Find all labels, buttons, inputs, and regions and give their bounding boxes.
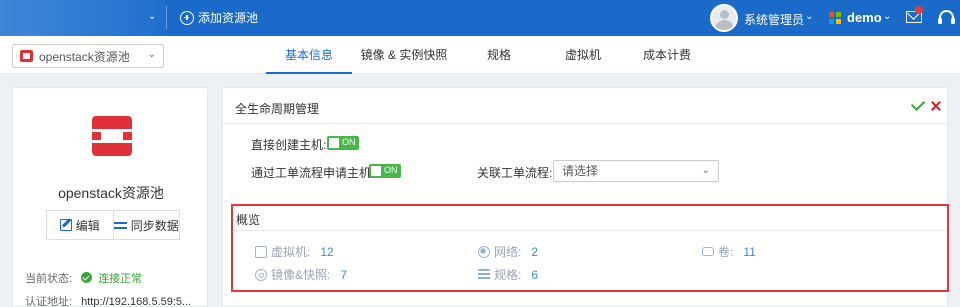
confirm-check-icon[interactable] [910,96,926,112]
edit-icon [59,219,72,231]
workflow-select[interactable]: 请选择 ⌄ [553,160,719,182]
tab-specs[interactable]: 规格 [456,36,542,74]
auth-label: 认证地址: [25,296,73,307]
stat-image[interactable]: 镜像&快照: 7 [255,266,347,283]
stat-network-label: 网络: [494,245,522,259]
overview-section: 概览 虚拟机: 12 网络: 2 卷: 11 镜像&快照: 7 规格: 6 [231,204,949,292]
workflow-create-toggle[interactable]: ON [369,164,401,178]
tab-basic-info[interactable]: 基本信息 [266,36,352,74]
tab-images-snapshots[interactable]: 镜像 & 实例快照 [352,36,456,74]
divider [223,123,947,124]
sync-data-button[interactable]: 同步数据 [112,211,180,239]
image-disc-icon [255,268,267,281]
status-value: 连接正常 [98,273,143,285]
panel-title: 全生命周期管理 [235,102,320,116]
toggle-on-text: ON [342,137,356,147]
stat-image-value: 7 [340,267,348,282]
disk-icon [702,247,714,256]
chevron-down-icon[interactable]: ⌄ [148,11,156,22]
vm-icon [255,245,267,258]
workflow-link-label: 关联工单流程: [477,166,553,180]
stat-volume[interactable]: 卷: 11 [702,243,756,260]
avatar[interactable] [710,4,738,32]
check-circle-icon [81,272,93,283]
stat-network[interactable]: 网络: 2 [478,243,538,260]
stat-spec-label: 规格: [494,268,522,282]
openstack-logo-icon [92,116,132,156]
direct-create-label: 直接创建主机: [251,138,327,152]
stat-volume-value: 11 [743,244,756,259]
auth-url: http://192.168.5.59:5... [81,296,192,307]
stat-image-label: 镜像&快照: [271,268,331,282]
direct-create-toggle[interactable]: ON [327,136,359,150]
sub-header: openstack资源池 ⌄ 基本信息 镜像 & 实例快照 规格 虚拟机 成本计… [0,36,960,74]
spec-list-icon [478,268,490,281]
sync-label: 同步数据 [130,218,179,233]
workflow-select-value: 请选择 [562,164,599,178]
stat-vm-label: 虚拟机: [271,245,311,259]
pool-name: openstack资源池 [58,185,164,201]
stat-vm[interactable]: 虚拟机: 12 [255,243,334,260]
divider [166,6,167,30]
notification-badge [915,6,923,14]
add-pool-button[interactable]: 添加资源池 [180,9,258,26]
project-grid-icon [829,12,841,24]
project-switcher[interactable]: demo [847,10,882,25]
chevron-down-icon[interactable]: ⌄ [805,11,813,22]
stat-vm-value: 12 [320,244,334,259]
edit-label: 编辑 [75,218,100,233]
globe-icon [478,245,490,258]
headset-icon[interactable] [938,10,955,24]
openstack-icon [20,50,33,62]
brand-area[interactable] [0,0,166,36]
tab-bar: 基本信息 镜像 & 实例快照 规格 虚拟机 成本计费 [266,36,710,74]
user-menu[interactable]: 系统管理员 [744,11,804,28]
chevron-down-icon: ⌄ [701,165,710,176]
stat-network-value: 2 [531,244,539,259]
plus-circle-icon [180,10,194,25]
lifecycle-panel: 全生命周期管理 直接创建主机: ON 通过工单流程申请主机: ON 关联工单流程… [222,87,949,307]
chevron-down-icon[interactable]: ⌄ [883,11,891,22]
tab-cost-billing[interactable]: 成本计费 [624,36,710,74]
pool-actions: 编辑 同步数据 [46,210,180,240]
status-label: 当前状态: [25,273,73,285]
sync-icon [113,219,127,231]
add-pool-label: 添加资源池 [198,11,259,25]
stat-volume-label: 卷: [718,245,734,259]
status-row: 当前状态: 连接正常 [25,270,142,286]
toggle-on-text: ON [384,165,398,175]
workflow-create-label: 通过工单流程申请主机: [251,166,375,180]
divider [233,230,947,231]
pool-select-value: openstack资源池 [39,49,130,64]
tab-vms[interactable]: 虚拟机 [542,36,624,74]
chevron-down-icon: ⌄ [147,49,156,60]
top-bar: ⌄ 添加资源池 系统管理员 ⌄ demo ⌄ [0,0,960,36]
close-icon[interactable] [930,100,942,112]
auth-url-row: 认证地址: http://192.168.5.59:5... [25,293,191,307]
overview-title: 概览 [236,213,261,227]
stat-spec[interactable]: 规格: 6 [478,266,538,283]
pool-summary-card: openstack资源池 编辑 同步数据 当前状态: 连接正常 认证地址: ht… [12,87,208,307]
stat-spec-value: 6 [531,267,539,282]
pool-select[interactable]: openstack资源池 ⌄ [12,44,164,68]
edit-button[interactable]: 编辑 [47,211,113,239]
